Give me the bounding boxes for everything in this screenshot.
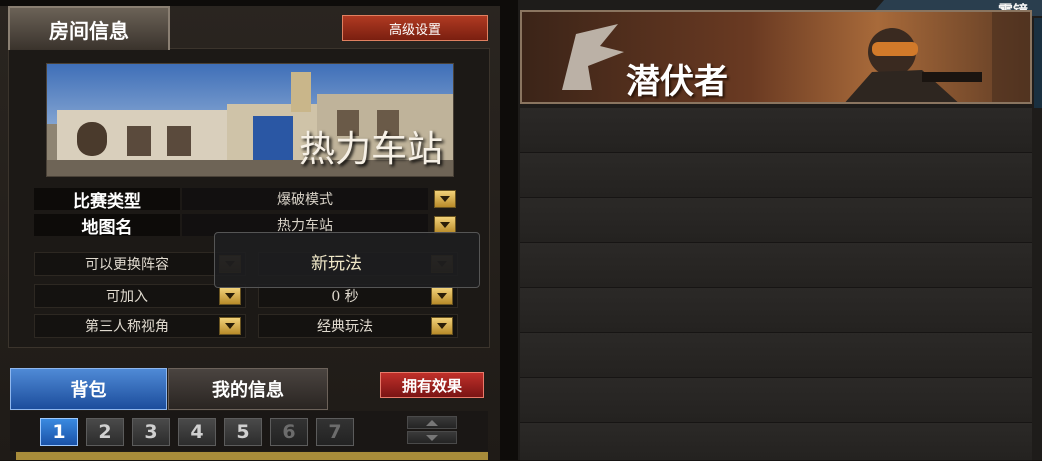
game-type-dropdown-arrow[interactable]	[434, 190, 456, 208]
page-button-4[interactable]: 4	[178, 418, 216, 446]
scroll-up-button[interactable]	[407, 416, 457, 429]
tab-backpack[interactable]: 背包	[10, 368, 167, 410]
joinable-option[interactable]: 可加入	[34, 284, 246, 308]
joinable-text: 可加入	[106, 289, 148, 305]
right-edge-strip	[1034, 18, 1042, 108]
player-slot[interactable]	[520, 153, 1032, 198]
gameplay-mode-option[interactable]: 经典玩法	[258, 314, 458, 338]
chevron-down-icon	[225, 323, 235, 329]
page-button-7[interactable]: 7	[316, 418, 354, 446]
page-button-1[interactable]: 1	[40, 418, 78, 446]
player-slot[interactable]	[520, 423, 1032, 461]
gameplay-mode-dropdown-arrow[interactable]	[431, 317, 453, 335]
game-type-value: 爆破模式	[182, 188, 428, 210]
map-name-label: 地图名	[34, 214, 180, 238]
chevron-up-icon	[426, 419, 438, 426]
new-gameplay-tooltip: 新玩法	[214, 232, 480, 288]
map-preview-image: 热力车站	[46, 63, 454, 177]
third-person-dropdown-arrow[interactable]	[219, 317, 241, 335]
chevron-down-icon	[440, 222, 450, 228]
team-banner: 潜伏者	[520, 10, 1032, 104]
timer-dropdown-arrow[interactable]	[431, 287, 453, 305]
player-slot[interactable]	[520, 243, 1032, 288]
chevron-down-icon	[440, 196, 450, 202]
team-name: 潜伏者	[626, 62, 728, 102]
chevron-down-icon	[437, 293, 447, 299]
room-info-title: 房间信息	[8, 6, 170, 50]
timer-text: 0 秒	[331, 289, 359, 305]
player-slot[interactable]	[520, 333, 1032, 378]
owned-effects-button[interactable]: 拥有效果	[380, 372, 484, 398]
game-type-row: 比赛类型 爆破模式	[34, 187, 458, 212]
tooltip-text: 新玩法	[311, 254, 362, 274]
beast-emblem-icon	[562, 24, 624, 90]
player-slot[interactable]	[520, 378, 1032, 423]
team-banner-art	[562, 12, 1030, 102]
chevron-down-icon	[437, 323, 447, 329]
player-slot[interactable]	[520, 108, 1032, 153]
third-person-option[interactable]: 第三人称视角	[34, 314, 246, 338]
scroll-down-button[interactable]	[407, 431, 457, 444]
player-slot[interactable]	[520, 198, 1032, 243]
joinable-dropdown-arrow[interactable]	[219, 287, 241, 305]
page-button-3[interactable]: 3	[132, 418, 170, 446]
page-button-5[interactable]: 5	[224, 418, 262, 446]
inventory-bottom-bar	[16, 452, 488, 460]
tab-my-info[interactable]: 我的信息	[168, 368, 328, 410]
panel-divider	[500, 0, 518, 460]
player-slot[interactable]	[520, 288, 1032, 333]
page-button-2[interactable]: 2	[86, 418, 124, 446]
chevron-down-icon	[426, 434, 438, 441]
game-type-label: 比赛类型	[34, 188, 180, 212]
third-person-text: 第三人称视角	[85, 319, 169, 335]
page-scroll-buttons	[407, 416, 457, 446]
advanced-settings-button[interactable]: 高级设置	[342, 15, 488, 41]
page-button-6[interactable]: 6	[270, 418, 308, 446]
chevron-down-icon	[225, 293, 235, 299]
map-name-overlay: 热力车站	[298, 129, 443, 170]
gameplay-mode-text: 经典玩法	[317, 319, 373, 335]
change-team-text: 可以更换阵容	[85, 257, 169, 273]
